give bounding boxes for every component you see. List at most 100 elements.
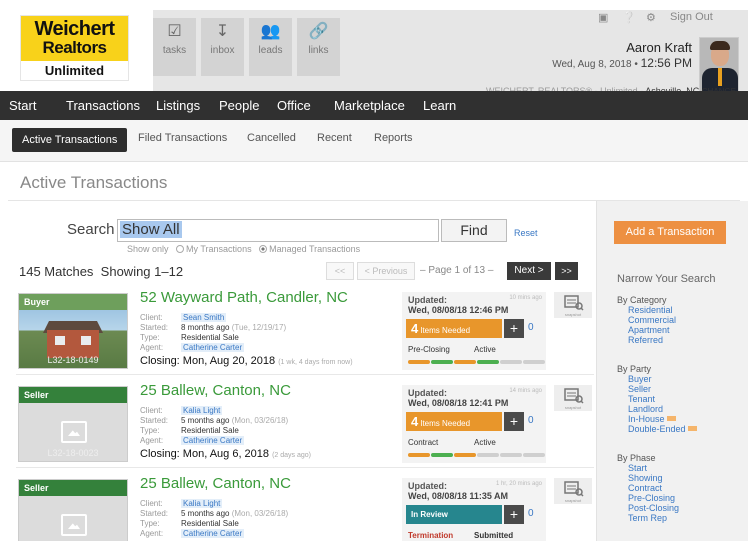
tile-tasks[interactable]: ☑ tasks: [153, 18, 196, 76]
my-transactions-label[interactable]: My Transactions: [186, 244, 252, 254]
agent-link[interactable]: Catherine Carter: [181, 343, 245, 352]
managed-transactions-label[interactable]: Managed Transactions: [269, 244, 360, 254]
phase-progress-bar: [408, 360, 545, 364]
nav-learn[interactable]: Learn: [423, 99, 456, 113]
transaction-card[interactable]: Buyer L32-18-0149 52 Wayward Path, Candl…: [16, 287, 594, 375]
filter-residential[interactable]: Residential: [628, 305, 673, 315]
managed-transactions-radio[interactable]: [259, 245, 268, 253]
agent-link[interactable]: Catherine Carter: [181, 436, 245, 445]
add-item-button[interactable]: +: [504, 319, 524, 338]
client-link[interactable]: Kalia Light: [181, 499, 223, 508]
filter-commercial[interactable]: Commercial: [628, 315, 676, 325]
property-thumbnail[interactable]: Buyer L32-18-0149: [18, 293, 128, 369]
help-icon[interactable]: ❔: [622, 11, 636, 24]
tab-active-transactions[interactable]: Active Transactions: [12, 128, 128, 152]
current-datetime: Wed, Aug 8, 2018 • 12:56 PM: [552, 56, 692, 72]
transaction-card[interactable]: Seller L32-18-0023 25 Ballew, Canton, NC…: [16, 380, 594, 468]
tab-recent[interactable]: Recent: [317, 132, 352, 144]
property-address[interactable]: 25 Ballew, Canton, NC: [140, 475, 291, 492]
quick-tiles-bar: ☑ tasks ↧ inbox 👥 leads 🔗 links ▣ ❔ ⚙ Si…: [153, 10, 748, 96]
progress-segment: [408, 360, 430, 364]
closing-date: Closing: Mon, Aug 20, 2018 (1 wk, 4 days…: [140, 355, 353, 367]
sign-out-link[interactable]: Sign Out: [670, 11, 713, 23]
phase-status: Active: [474, 345, 496, 354]
badge: [666, 416, 676, 421]
tab-filed-transactions[interactable]: Filed Transactions: [138, 132, 227, 144]
comment-count[interactable]: 0: [528, 508, 534, 519]
filter-buyer[interactable]: Buyer: [628, 374, 652, 384]
tab-cancelled[interactable]: Cancelled: [247, 132, 296, 144]
search-filter-options: Show only My Transactions Managed Transa…: [127, 244, 360, 254]
client-link[interactable]: Kalia Light: [181, 406, 223, 415]
filter-referred[interactable]: Referred: [628, 335, 663, 345]
filter-seller[interactable]: Seller: [628, 384, 651, 394]
client-row: Client: Kalia Light: [140, 499, 223, 508]
tab-reports[interactable]: Reports: [374, 132, 413, 144]
agent-link[interactable]: Catherine Carter: [181, 529, 245, 538]
property-address[interactable]: 25 Ballew, Canton, NC: [140, 382, 291, 399]
add-item-button[interactable]: +: [504, 505, 524, 524]
search-input[interactable]: Show All: [117, 219, 439, 242]
tile-inbox[interactable]: ↧ inbox: [201, 18, 244, 76]
gear-icon[interactable]: ⚙: [646, 11, 656, 24]
tile-links[interactable]: 🔗 links: [297, 18, 340, 76]
nav-listings[interactable]: Listings: [156, 99, 200, 113]
property-address[interactable]: 52 Wayward Path, Candler, NC: [140, 289, 348, 306]
filter-start[interactable]: Start: [628, 463, 647, 473]
current-time: 12:56 PM: [640, 56, 692, 70]
phase-status: Active: [474, 438, 496, 447]
inbox-icon: ↧: [215, 23, 230, 40]
previous-page-button[interactable]: < Previous: [357, 262, 415, 280]
weichert-logo[interactable]: Weichert Realtors Unlimited: [20, 15, 129, 81]
property-thumbnail[interactable]: Seller: [18, 479, 128, 541]
filter-tenant[interactable]: Tenant: [628, 394, 655, 404]
side-badge: Seller: [19, 480, 127, 496]
updated-date: Wed, 08/08/18 12:46 PM: [408, 305, 509, 315]
reset-link[interactable]: Reset: [514, 228, 538, 238]
items-needed-button[interactable]: 4 Items Needed: [406, 319, 502, 338]
add-item-button[interactable]: +: [504, 412, 524, 431]
user-name[interactable]: Aaron Kraft: [552, 40, 692, 56]
filter-term-rep[interactable]: Term Rep: [628, 513, 667, 523]
filter-landlord[interactable]: Landlord: [628, 404, 663, 414]
nav-people[interactable]: People: [219, 99, 259, 113]
snapshot-button[interactable]: snapshot: [554, 292, 592, 318]
avatar[interactable]: [699, 37, 739, 92]
filter-apartment[interactable]: Apartment: [628, 325, 670, 335]
monitor-icon[interactable]: ▣: [598, 11, 608, 24]
tile-leads[interactable]: 👥 leads: [249, 18, 292, 76]
nav-office[interactable]: Office: [277, 99, 311, 113]
comment-count[interactable]: 0: [528, 322, 534, 333]
nav-transactions[interactable]: Transactions: [66, 99, 140, 113]
find-button[interactable]: Find: [441, 219, 507, 242]
next-page-button[interactable]: Next >: [507, 262, 551, 280]
last-page-button[interactable]: >>: [555, 262, 578, 280]
nav-marketplace[interactable]: Marketplace: [334, 99, 405, 113]
my-transactions-radio[interactable]: [176, 245, 185, 253]
snapshot-icon: [564, 481, 584, 497]
first-page-button[interactable]: <<: [326, 262, 354, 280]
logo-text-unlimited: Unlimited: [44, 63, 105, 78]
filter-contract[interactable]: Contract: [628, 483, 662, 493]
items-needed-button[interactable]: 4 Items Needed: [406, 412, 502, 431]
snapshot-button[interactable]: snapshot: [554, 478, 592, 504]
started-row: Started: 5 months ago (Mon, 03/26/18): [140, 509, 289, 518]
transaction-card[interactable]: Seller 25 Ballew, Canton, NC Client: Kali…: [16, 473, 594, 541]
in-review-button[interactable]: In Review: [406, 505, 502, 524]
add-transaction-button[interactable]: Add a Transaction: [614, 221, 726, 244]
filter-in-house[interactable]: In-House: [628, 414, 676, 424]
side-badge: Seller: [19, 387, 127, 403]
status-panel: Updated: 14 mins ago Wed, 08/08/18 12:41…: [402, 385, 546, 463]
filter-showing[interactable]: Showing: [628, 473, 663, 483]
comment-count[interactable]: 0: [528, 415, 534, 426]
filter-double-ended[interactable]: Double-Ended: [628, 424, 697, 434]
client-link[interactable]: Sean Smith: [181, 313, 227, 322]
filter-post-closing[interactable]: Post-Closing: [628, 503, 679, 513]
property-thumbnail[interactable]: Seller L32-18-0023: [18, 386, 128, 462]
snapshot-button[interactable]: snapshot: [554, 385, 592, 411]
nav-start[interactable]: Start: [9, 99, 36, 113]
phase-current: Termination: [408, 531, 454, 540]
filter-pre-closing[interactable]: Pre-Closing: [628, 493, 675, 503]
transaction-id: L32-18-0023: [47, 448, 99, 458]
logo-text-weichert: Weichert: [34, 18, 115, 40]
